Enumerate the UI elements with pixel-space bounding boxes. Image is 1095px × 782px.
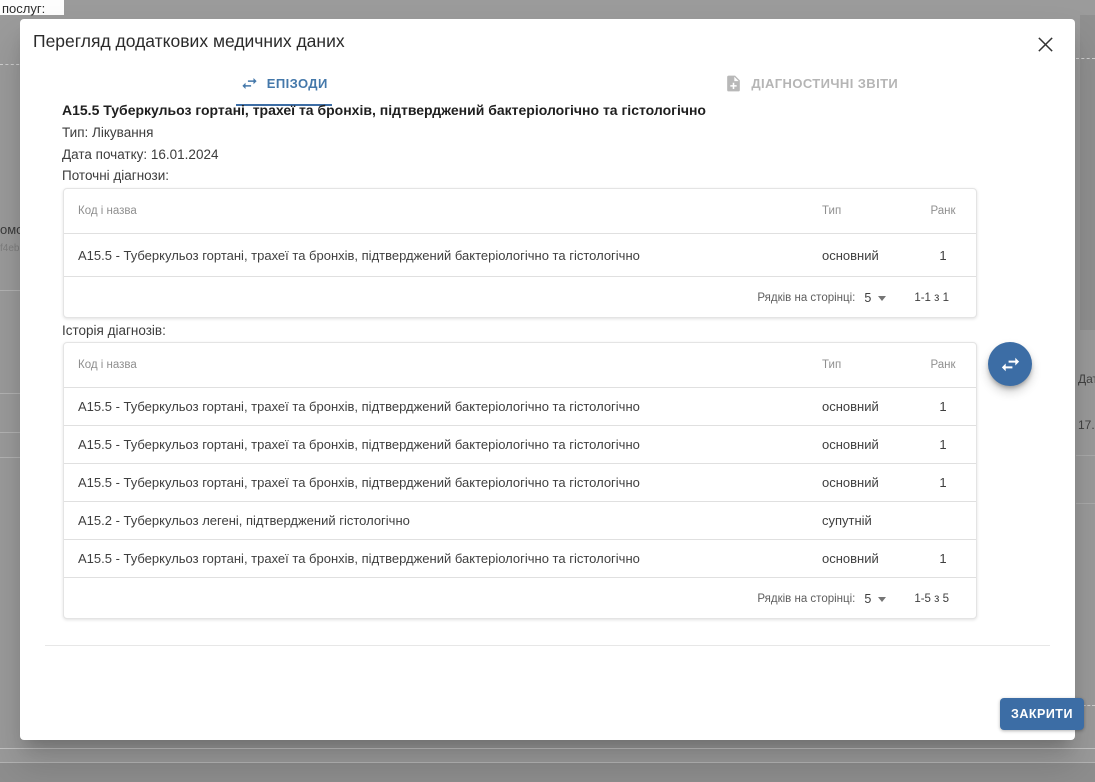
pagination-range: 1-1 з 1 xyxy=(914,292,949,304)
screen: послуг: омо f4eb Дата 17.0 Перегляд дода… xyxy=(0,0,1095,782)
diagnosis-type: основний xyxy=(822,551,908,566)
diagnosis-type: основний xyxy=(822,248,908,263)
dropdown-caret-icon xyxy=(878,597,886,602)
background-code-fragment: f4eb xyxy=(0,243,19,254)
background-band xyxy=(0,762,1095,782)
diagnosis-type: супутній xyxy=(822,513,908,528)
column-header-name: Код і назва xyxy=(64,205,822,217)
column-header-rank: Ранк xyxy=(908,205,977,217)
table-row: A15.5 - Туберкульоз гортані, трахеї та б… xyxy=(64,233,976,276)
current-diagnoses-label: Поточні діагнози: xyxy=(62,168,169,183)
close-dialog-button[interactable]: ЗАКРИТИ xyxy=(1000,698,1084,730)
pagination-range: 1-5 з 5 xyxy=(914,593,949,605)
dialog-tabs: ЕПІЗОДИ ДІАГНОСТИЧНІ ЗВІТИ xyxy=(20,59,1075,107)
current-diagnoses-table: Код і назва Тип Ранк A15.5 - Туберкульоз… xyxy=(63,188,977,318)
background-divider xyxy=(0,290,20,291)
medical-data-dialog: Перегляд додаткових медичних даних ЕПІЗО… xyxy=(20,19,1075,740)
dropdown-caret-icon xyxy=(878,296,886,301)
background-divider xyxy=(1076,455,1095,456)
rows-per-page-label: Рядків на сторінці: xyxy=(757,593,855,605)
rows-per-page-select[interactable]: 5 xyxy=(864,592,886,606)
swap-horizontal-icon xyxy=(240,74,259,93)
episode-start-date: Дата початку: 16.01.2024 xyxy=(62,147,218,162)
swap-episodes-button[interactable] xyxy=(988,342,1032,386)
diagnosis-rank: 1 xyxy=(908,475,977,490)
rows-per-page-select[interactable]: 5 xyxy=(864,291,886,305)
diagnosis-rank: 1 xyxy=(908,248,977,263)
table-row: A15.5 - Туберкульоз гортані, трахеї та б… xyxy=(64,387,976,425)
diagnosis-name: A15.5 - Туберкульоз гортані, трахеї та б… xyxy=(64,248,822,263)
rows-per-page-value: 5 xyxy=(864,291,871,305)
diagnosis-name: A15.5 - Туберкульоз гортані, трахеї та б… xyxy=(64,437,822,452)
background-divider xyxy=(0,748,1095,749)
table-row: A15.5 - Туберкульоз гортані, трахеї та б… xyxy=(64,539,976,577)
diagnosis-type: основний xyxy=(822,399,908,414)
table-row: A15.5 - Туберкульоз гортані, трахеї та б… xyxy=(64,425,976,463)
column-header-name: Код і назва xyxy=(64,359,822,371)
episode-type: Тип: Лікування xyxy=(62,125,153,140)
background-column xyxy=(1080,15,1095,330)
tab-diagnostic-reports: ДІАГНОСТИЧНІ ЗВІТИ xyxy=(548,59,1076,107)
diagnosis-name: A15.5 - Туберкульоз гортані, трахеї та б… xyxy=(64,399,822,414)
history-diagnoses-table: Код і назва Тип Ранк A15.5 - Туберкульоз… xyxy=(63,342,977,619)
background-divider xyxy=(0,393,20,394)
background-divider xyxy=(0,432,20,433)
background-dashed-line xyxy=(1076,58,1095,59)
diagnosis-rank: 1 xyxy=(908,437,977,452)
table-pagination: Рядків на сторінці: 5 1-5 з 5 xyxy=(64,577,976,619)
diagnosis-name: A15.2 - Туберкульоз легені, підтверджени… xyxy=(64,513,822,528)
close-icon[interactable] xyxy=(1032,31,1058,57)
table-header-row: Код і назва Тип Ранк xyxy=(64,343,976,387)
tab-diagnostic-reports-label: ДІАГНОСТИЧНІ ЗВІТИ xyxy=(751,76,898,91)
column-header-rank: Ранк xyxy=(908,359,977,371)
background-divider xyxy=(1076,503,1095,504)
diagnosis-rank: 1 xyxy=(908,399,977,414)
episode-heading: A15.5 Туберкульоз гортані, трахеї та бро… xyxy=(62,102,1022,118)
column-header-type: Тип xyxy=(822,205,908,217)
table-row: A15.5 - Туберкульоз гортані, трахеї та б… xyxy=(64,463,976,501)
tab-episodes-label: ЕПІЗОДИ xyxy=(267,76,328,91)
diagnosis-type: основний xyxy=(822,437,908,452)
background-text-fragment: послуг: xyxy=(0,0,64,15)
diagnosis-name: A15.5 - Туберкульоз гортані, трахеї та б… xyxy=(64,551,822,566)
swap-horizontal-icon xyxy=(999,353,1022,376)
rows-per-page-label: Рядків на сторінці: xyxy=(757,292,855,304)
diagnosis-rank: 1 xyxy=(908,551,977,566)
dialog-title: Перегляд додаткових медичних даних xyxy=(33,31,345,52)
diagnosis-name: A15.5 - Туберкульоз гортані, трахеї та б… xyxy=(64,475,822,490)
table-row: A15.2 - Туберкульоз легені, підтверджени… xyxy=(64,501,976,539)
document-add-icon xyxy=(724,74,743,93)
rows-per-page-value: 5 xyxy=(864,592,871,606)
column-header-type: Тип xyxy=(822,359,908,371)
tab-episodes[interactable]: ЕПІЗОДИ xyxy=(20,59,548,107)
background-text-fragment: Дата xyxy=(1078,372,1095,386)
table-pagination: Рядків на сторінці: 5 1-1 з 1 xyxy=(64,276,976,318)
content-divider xyxy=(45,645,1050,646)
table-header-row: Код і назва Тип Ранк xyxy=(64,189,976,233)
background-divider xyxy=(0,457,20,458)
diagnosis-type: основний xyxy=(822,475,908,490)
history-diagnoses-label: Історія діагнозів: xyxy=(62,323,166,338)
background-text-fragment: 17.0 xyxy=(1078,418,1095,432)
